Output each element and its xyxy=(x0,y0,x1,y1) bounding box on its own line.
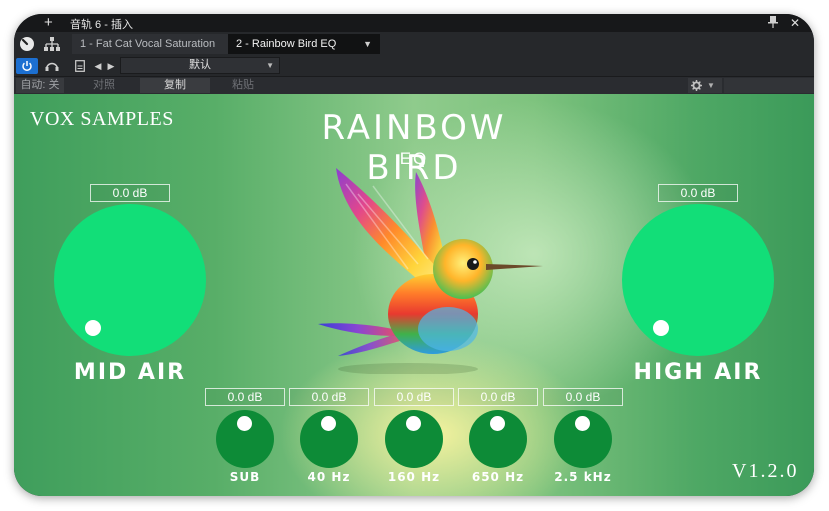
sub-label: SUB xyxy=(229,470,261,484)
routing-icon[interactable] xyxy=(41,34,63,54)
sub-knob[interactable] xyxy=(216,410,274,468)
settings-button[interactable]: ▼ xyxy=(688,78,722,93)
650hz-value-field[interactable]: 0.0 dB xyxy=(458,388,538,406)
160hz-label: 160 Hz xyxy=(387,470,441,484)
plugin-menu-icon[interactable] xyxy=(16,34,38,54)
plugin-window: + 音轨 6 - 插入 ✕ 1 - Fat Cat Vocal Saturati… xyxy=(14,14,814,496)
monitor-button[interactable] xyxy=(41,58,63,74)
high-air-label: HIGH AIR xyxy=(633,360,763,385)
40hz-knob[interactable] xyxy=(300,410,358,468)
knob-indicator xyxy=(85,320,101,336)
mid-air-label: MID AIR xyxy=(73,360,187,385)
knob-indicator xyxy=(653,320,669,336)
chevron-down-icon[interactable]: ▼ xyxy=(363,34,372,54)
tab-label: 1 - Fat Cat Vocal Saturation xyxy=(80,38,216,50)
2-5khz-label: 2.5 kHz xyxy=(554,470,612,484)
160hz-knob[interactable] xyxy=(385,410,443,468)
knob-indicator xyxy=(321,416,336,431)
chevron-down-icon: ▼ xyxy=(266,61,274,70)
mid-air-value-field[interactable]: 0.0 dB xyxy=(90,184,170,202)
tab-label: 2 - Rainbow Bird EQ xyxy=(236,38,337,50)
sub-value-field[interactable]: 0.0 dB xyxy=(205,388,285,406)
high-air-value-field[interactable]: 0.0 dB xyxy=(658,184,738,202)
preset-name: 默认 xyxy=(189,59,211,71)
preset-select[interactable]: 默认 ▼ xyxy=(120,57,280,74)
headphones-icon xyxy=(45,62,59,71)
mid-air-knob[interactable] xyxy=(54,204,206,356)
gear-icon xyxy=(691,80,702,91)
power-button[interactable] xyxy=(16,58,38,74)
chevron-down-icon: ▼ xyxy=(707,81,715,90)
knob-indicator xyxy=(237,416,252,431)
title-bar: + 音轨 6 - 插入 ✕ xyxy=(14,14,814,32)
knob-indicator xyxy=(575,416,590,431)
high-air-knob[interactable] xyxy=(622,204,774,356)
document-icon xyxy=(75,60,85,72)
close-button[interactable]: ✕ xyxy=(790,14,800,32)
paste-button[interactable]: 粘贴 xyxy=(212,78,274,93)
650hz-knob[interactable] xyxy=(469,410,527,468)
copy-button[interactable]: 复制 xyxy=(140,78,210,93)
pin-icon[interactable] xyxy=(768,16,778,28)
knob-indicator xyxy=(490,416,505,431)
version-label: V1.2.0 xyxy=(732,460,799,482)
compare-button[interactable]: 对照 xyxy=(72,78,136,93)
160hz-value-field[interactable]: 0.0 dB xyxy=(374,388,454,406)
40hz-label: 40 Hz xyxy=(307,470,351,484)
next-preset-button[interactable]: ▶ xyxy=(105,58,117,74)
preset-bar: ◀ ▶ 默认 ▼ xyxy=(14,56,814,76)
tab-rainbow-bird-eq[interactable]: 2 - Rainbow Bird EQ ▼ xyxy=(228,34,380,54)
tab-fat-cat-vocal-saturation[interactable]: 1 - Fat Cat Vocal Saturation xyxy=(72,34,230,54)
action-bar: 自动: 关 对照 复制 粘贴 ▼ xyxy=(14,76,814,94)
window-title: 音轨 6 - 插入 xyxy=(70,19,133,31)
brand-logo: VOX SAMPLES xyxy=(30,108,174,130)
650hz-label: 650 Hz xyxy=(471,470,525,484)
add-insert-button[interactable]: + xyxy=(44,14,53,32)
knob-indicator xyxy=(406,416,421,431)
2-5khz-knob[interactable] xyxy=(554,410,612,468)
tab-bar: 1 - Fat Cat Vocal Saturation 2 - Rainbow… xyxy=(14,32,814,56)
side-chain-field[interactable] xyxy=(724,78,814,93)
automation-toggle[interactable]: 自动: 关 xyxy=(16,78,64,93)
preset-file-button[interactable] xyxy=(72,58,88,74)
40hz-value-field[interactable]: 0.0 dB xyxy=(289,388,369,406)
hummingbird-illustration xyxy=(318,168,543,374)
power-icon xyxy=(22,61,32,71)
plugin-ui: VOX SAMPLES RAINBOW BIRD EQ 0.0 dB MID A… xyxy=(14,94,814,496)
previous-preset-button[interactable]: ◀ xyxy=(92,58,104,74)
2-5khz-value-field[interactable]: 0.0 dB xyxy=(543,388,623,406)
